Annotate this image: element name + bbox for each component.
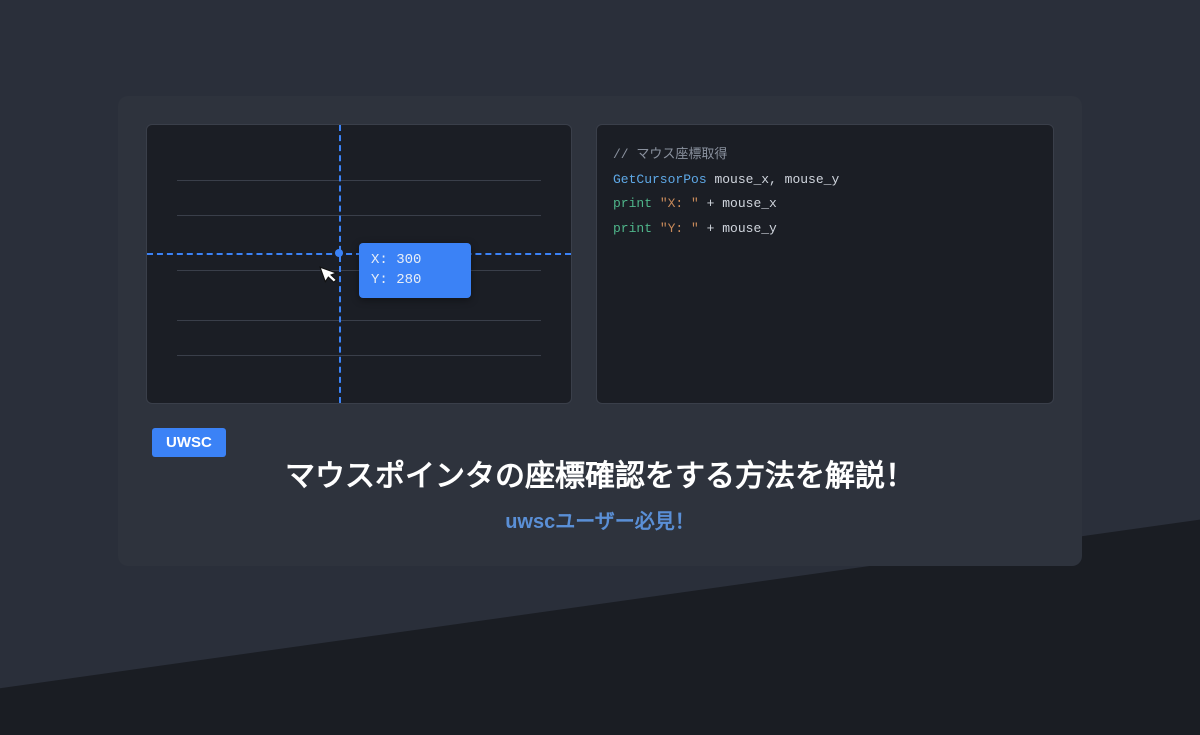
code-line: print "Y: " + mouse_y	[613, 217, 1037, 242]
code-comment: // マウス座標取得	[613, 147, 727, 162]
grid-line	[177, 320, 541, 321]
category-badge: UWSC	[152, 428, 226, 457]
coord-x: X: 300	[371, 251, 459, 271]
coord-y: Y: 280	[371, 271, 459, 291]
code-line: print "X: " + mouse_x	[613, 192, 1037, 217]
code-function: GetCursorPos	[613, 172, 707, 187]
main-card: X: 300 Y: 280 // マウス座標取得 GetCursorPos mo…	[118, 96, 1082, 566]
code-string: "X: "	[660, 196, 699, 211]
grid-line	[177, 215, 541, 216]
code-line: // マウス座標取得	[613, 143, 1037, 168]
panels-row: X: 300 Y: 280 // マウス座標取得 GetCursorPos mo…	[146, 124, 1054, 404]
code-args: mouse_x, mouse_y	[714, 172, 839, 187]
code-keyword: print	[613, 196, 652, 211]
code-line: GetCursorPos mouse_x, mouse_y	[613, 168, 1037, 193]
crosshair-vertical	[339, 125, 341, 403]
code-string: "Y: "	[660, 221, 699, 236]
page-title: マウスポインタの座標確認をする方法を解説！	[146, 451, 1054, 495]
code-rest: + mouse_x	[699, 196, 777, 211]
grid-line	[177, 355, 541, 356]
cursor-point	[335, 249, 343, 257]
page-subtitle: uwscユーザー必見！	[146, 505, 1054, 534]
code-keyword: print	[613, 221, 652, 236]
coordinate-tooltip: X: 300 Y: 280	[359, 243, 471, 298]
mouse-visual-panel: X: 300 Y: 280	[146, 124, 572, 404]
grid-line	[177, 180, 541, 181]
code-panel: // マウス座標取得 GetCursorPos mouse_x, mouse_y…	[596, 124, 1054, 404]
code-rest: + mouse_y	[699, 221, 777, 236]
bottom-section: UWSC マウスポインタの座標確認をする方法を解説！ uwscユーザー必見！	[146, 428, 1054, 534]
